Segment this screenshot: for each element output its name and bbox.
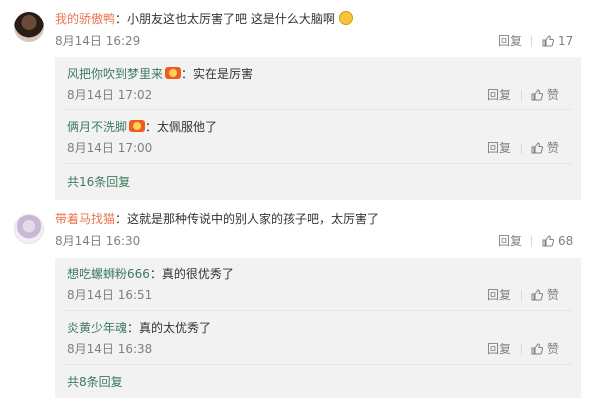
- reply-list: 想吃螺蛳粉666：真的很优秀了 8月14日 16:51 回复 赞 炎黄少年魂：真…: [55, 258, 581, 398]
- member-badge-icon: [165, 67, 182, 79]
- reply-text: ：太佩服他了: [145, 120, 218, 134]
- like-label: 赞: [547, 88, 560, 102]
- reply-button[interactable]: 回复: [498, 33, 522, 49]
- like-button[interactable]: 赞: [531, 140, 559, 156]
- like-label: 赞: [547, 288, 560, 302]
- avatar[interactable]: [14, 214, 44, 244]
- reply-button[interactable]: 回复: [487, 341, 511, 357]
- reply-text: ：真的很优秀了: [149, 267, 234, 281]
- divider: [521, 290, 522, 301]
- thumbs-up-icon: [531, 289, 543, 301]
- reply-list: 风把你吹到梦里来 ：实在是厉害 8月14日 17:02 回复 赞 俩月不洗脚 ：太佩…: [55, 57, 581, 200]
- member-badge-icon: [129, 120, 146, 132]
- divider: [64, 310, 572, 311]
- comment-time: 8月14日 16:29: [55, 34, 141, 48]
- divider: [64, 163, 572, 164]
- like-count: 17: [558, 34, 574, 48]
- thumbs-up-icon: [542, 35, 554, 47]
- thumbs-up-icon: [531, 142, 543, 154]
- reply-username[interactable]: 俩月不洗脚: [67, 120, 127, 134]
- reply-body: 俩月不洗脚 ：太佩服他了: [67, 119, 217, 135]
- like-button[interactable]: 赞: [531, 87, 559, 103]
- reply-body: 风把你吹到梦里来 ：实在是厉害: [67, 66, 253, 82]
- reply-username[interactable]: 想吃螺蛳粉666: [67, 267, 150, 281]
- like-button[interactable]: 17: [542, 33, 573, 49]
- reply-time: 8月14日 17:02: [67, 88, 153, 102]
- divider: [521, 344, 522, 355]
- reply-button[interactable]: 回复: [498, 233, 522, 249]
- like-label: 赞: [547, 141, 560, 155]
- reply-username[interactable]: 炎黄少年魂: [67, 321, 127, 335]
- reply-text: ：实在是厉害: [181, 67, 254, 81]
- thumbs-up-icon: [531, 89, 543, 101]
- face-emoji-icon: [338, 11, 353, 25]
- like-button[interactable]: 赞: [531, 341, 559, 357]
- reply-body: 想吃螺蛳粉666：真的很优秀了: [67, 266, 234, 282]
- more-replies-link[interactable]: 共8条回复: [67, 374, 123, 390]
- reply-time: 8月14日 16:51: [67, 288, 153, 302]
- reply-time: 8月14日 17:00: [67, 141, 153, 155]
- divider: [64, 364, 572, 365]
- divider: [531, 236, 532, 247]
- thumbs-up-icon: [531, 343, 543, 355]
- reply-username[interactable]: 风把你吹到梦里来: [67, 67, 163, 81]
- comment-username[interactable]: 我的骄傲鸭: [55, 12, 115, 26]
- reply-time: 8月14日 16:38: [67, 342, 153, 356]
- reply-body: 炎黄少年魂：真的太优秀了: [67, 320, 211, 336]
- reply-button[interactable]: 回复: [487, 140, 511, 156]
- reply-text: ：真的太优秀了: [127, 321, 212, 335]
- comment-username[interactable]: 带着马找猫: [55, 212, 115, 226]
- avatar[interactable]: [14, 12, 44, 42]
- divider: [64, 109, 572, 110]
- divider: [521, 143, 522, 154]
- comment-text: ：这就是那种传说中的别人家的孩子吧，太厉害了: [115, 212, 380, 226]
- comment-body: 我的骄傲鸭：小朋友这也太厉害了吧 这是什么大脑啊: [55, 11, 353, 27]
- like-count: 68: [558, 234, 574, 248]
- comment-text: ：小朋友这也太厉害了吧 这是什么大脑啊: [115, 12, 335, 26]
- divider: [531, 36, 532, 47]
- thumbs-up-icon: [542, 235, 554, 247]
- like-button[interactable]: 68: [542, 233, 573, 249]
- like-button[interactable]: 赞: [531, 287, 559, 303]
- more-replies-link[interactable]: 共16条回复: [67, 174, 130, 190]
- comment-time: 8月14日 16:30: [55, 234, 141, 248]
- reply-button[interactable]: 回复: [487, 287, 511, 303]
- comment-body: 带着马找猫：这就是那种传说中的别人家的孩子吧，太厉害了: [55, 211, 379, 227]
- divider: [521, 90, 522, 101]
- reply-button[interactable]: 回复: [487, 87, 511, 103]
- like-label: 赞: [547, 342, 560, 356]
